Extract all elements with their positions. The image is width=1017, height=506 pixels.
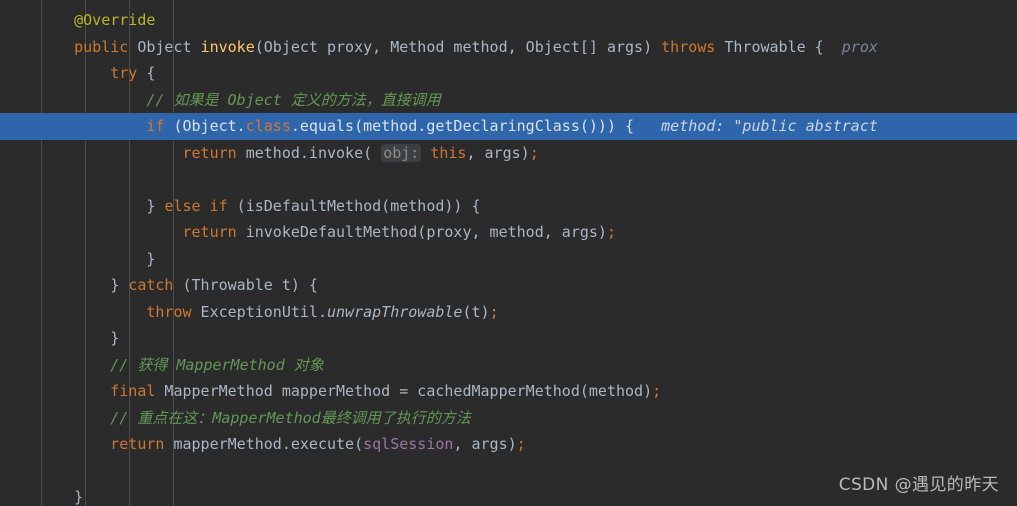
code-line-current[interactable]: if (Object.class.equals(method.getDeclar…	[0, 113, 1017, 140]
code-token: return	[182, 223, 237, 241]
code-token: else if	[164, 196, 228, 215]
code-token: , args)	[466, 143, 530, 162]
code-token: }	[146, 249, 156, 268]
code-token: final	[110, 382, 156, 400]
code-editor[interactable]: @Override public Object invoke(Object pr…	[0, 0, 1017, 506]
code-comment: // 重点在这：MapperMethod最终调用了执行的方法	[110, 408, 471, 427]
code-line[interactable]: try {	[0, 60, 1017, 87]
code-line[interactable]: return mapperMethod.execute(sqlSession, …	[0, 431, 1017, 458]
code-token: }	[74, 488, 84, 506]
code-token: unwrapThrowable	[327, 302, 463, 321]
code-token: sqlSession	[363, 435, 454, 453]
code-line[interactable]: final MapperMethod mapperMethod = cached…	[0, 378, 1017, 405]
code-token: ;	[516, 435, 526, 453]
code-line[interactable]: }	[0, 246, 1017, 273]
code-content[interactable]: @Override public Object invoke(Object pr…	[0, 7, 1017, 506]
code-token: return	[110, 435, 165, 453]
code-line[interactable]: // 获得 MapperMethod 对象	[0, 352, 1017, 379]
code-line[interactable]	[0, 458, 1017, 485]
code-token: (t)	[462, 302, 490, 321]
code-token: throw	[146, 302, 192, 321]
code-comment: // 获得 MapperMethod 对象	[110, 355, 324, 374]
inline-debug-hint: method:	[634, 117, 734, 135]
code-token: .equals(method.getDeclaringClass())) {	[290, 117, 635, 135]
inline-debug-hint: "public abstract	[733, 117, 878, 135]
code-token: , args)	[453, 435, 517, 453]
code-line[interactable]: @Override	[0, 7, 1017, 34]
code-token: ;	[489, 302, 499, 321]
code-token: return	[182, 143, 237, 162]
code-token: (Throwable t) {	[173, 276, 318, 294]
code-line[interactable]: public Object invoke(Object proxy, Metho…	[0, 34, 1017, 61]
code-token: ;	[652, 382, 662, 400]
code-token: Object	[137, 37, 192, 56]
code-line[interactable]: return method.invoke( obj: this, args);	[0, 140, 1017, 167]
code-token: mapperMethod.execute(	[164, 435, 364, 453]
code-token: invoke	[200, 37, 255, 56]
code-token: throws	[661, 37, 716, 56]
code-line[interactable]: return invokeDefaultMethod(proxy, method…	[0, 219, 1017, 246]
code-token: Throwable {	[715, 37, 833, 56]
code-token: }	[110, 276, 129, 294]
code-line[interactable]	[0, 166, 1017, 193]
code-token: (Object.	[164, 117, 246, 135]
code-token: ;	[529, 143, 539, 162]
code-token: ;	[606, 223, 616, 241]
code-token: }	[146, 196, 165, 215]
parameter-hint: obj:	[381, 143, 422, 162]
code-token: @Override	[74, 11, 156, 29]
code-token: method.invoke(	[236, 143, 382, 162]
code-token: (isDefaultMethod(method)) {	[227, 196, 481, 215]
code-line[interactable]: } catch (Throwable t) {	[0, 272, 1017, 299]
code-token: invokeDefaultMethod(proxy, method, args)	[236, 223, 607, 241]
code-line[interactable]: // 如果是 Object 定义的方法，直接调用	[0, 87, 1017, 114]
code-token: catch	[128, 276, 174, 294]
code-token: ExceptionUtil.	[191, 302, 327, 321]
code-token: class	[245, 117, 291, 135]
code-token: (Object proxy, Method method, Object[] a…	[254, 37, 662, 56]
code-token: public	[74, 37, 129, 56]
code-line[interactable]: throw ExceptionUtil.unwrapThrowable(t);	[0, 299, 1017, 326]
code-token: MapperMethod mapperMethod = cachedMapper…	[155, 382, 653, 400]
code-comment: // 如果是 Object 定义的方法，直接调用	[146, 90, 441, 109]
code-token: try	[110, 64, 138, 82]
code-token: {	[137, 64, 156, 82]
code-token: if	[146, 117, 165, 135]
code-token: }	[110, 329, 120, 347]
code-line[interactable]: }	[0, 484, 1017, 506]
inline-debug-hint: prox	[832, 37, 878, 56]
code-line[interactable]: // 重点在这：MapperMethod最终调用了执行的方法	[0, 405, 1017, 432]
code-token: this	[430, 143, 467, 162]
code-line[interactable]: }	[0, 325, 1017, 352]
code-line[interactable]: } else if (isDefaultMethod(method)) {	[0, 193, 1017, 220]
